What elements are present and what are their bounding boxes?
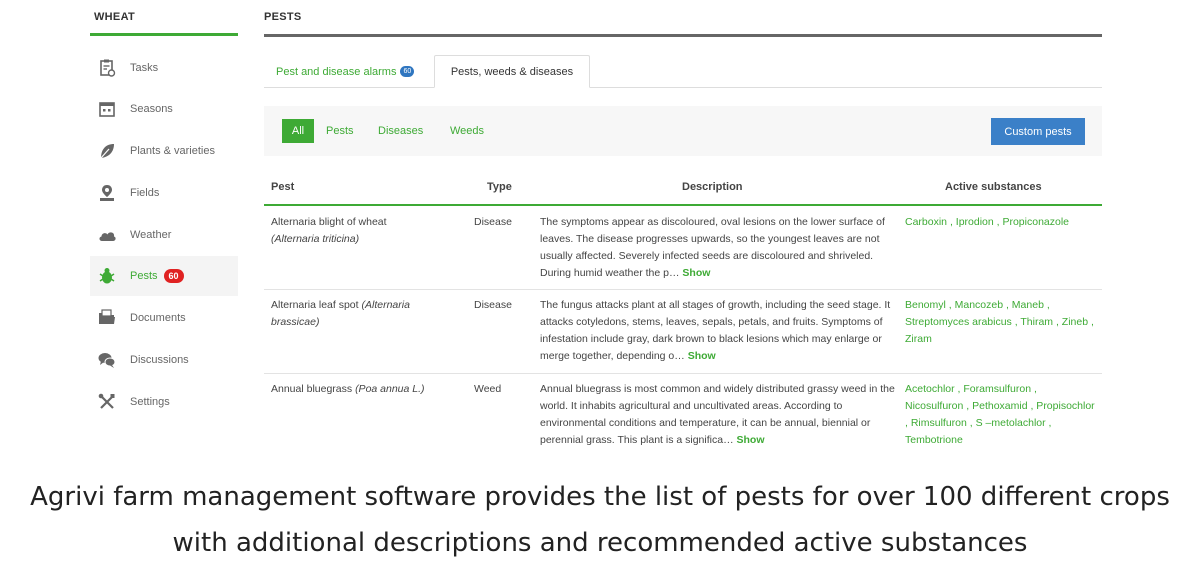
sidebar-item-seasons[interactable]: Seasons xyxy=(90,89,238,129)
active-substances[interactable]: Acetochlor , Foramsulfuron , Nicosulfuro… xyxy=(905,381,1095,449)
filter-weeds[interactable]: Weeds xyxy=(450,119,484,143)
sidebar-title: WHEAT xyxy=(90,0,238,36)
calendar-icon xyxy=(96,98,118,120)
description-text: The symptoms appear as discoloured, oval… xyxy=(540,216,885,279)
column-header-pest[interactable]: Pest xyxy=(271,181,294,193)
tab-pests-weeds-diseases[interactable]: Pests, weeds & diseases xyxy=(434,55,590,88)
sidebar-item-label: Documents xyxy=(130,312,186,324)
column-header-description[interactable]: Description xyxy=(682,181,743,193)
table-row[interactable]: Alternaria leaf spot (Alternaria brassic… xyxy=(264,290,1102,374)
tab-label: Pests, weeds & diseases xyxy=(450,65,574,78)
sidebar-item-label: Settings xyxy=(130,396,170,408)
pest-description: The symptoms appear as discoloured, oval… xyxy=(540,214,900,282)
sidebar-item-discussions[interactable]: Discussions xyxy=(90,340,238,380)
chat-icon xyxy=(96,349,118,371)
sidebar-item-label: Plants & varieties xyxy=(130,145,215,157)
filter-pests[interactable]: Pests xyxy=(326,119,354,143)
pest-name-cell: Alternaria blight of wheat (Alternaria t… xyxy=(271,214,461,248)
sidebar-item-label: Weather xyxy=(130,229,172,241)
sidebar-item-pests[interactable]: Pests 60 xyxy=(90,256,238,296)
custom-pests-button[interactable]: Custom pests xyxy=(991,118,1085,145)
cloud-icon xyxy=(96,224,118,246)
show-more-link[interactable]: Show xyxy=(737,434,765,446)
column-header-active-substances[interactable]: Active substances xyxy=(945,181,1042,193)
pest-type: Weed xyxy=(474,383,502,395)
clipboard-icon xyxy=(96,57,118,79)
pest-latin-name: (Alternaria triticina) xyxy=(271,233,360,245)
sidebar-item-tasks[interactable]: Tasks xyxy=(90,48,238,88)
pest-latin-name: (Poa annua L.) xyxy=(355,383,425,395)
column-header-type[interactable]: Type xyxy=(487,181,512,193)
sidebar-item-label: Tasks xyxy=(130,62,159,74)
table-row[interactable]: Annual bluegrass (Poa annua L.) Weed Ann… xyxy=(264,374,1102,454)
sidebar-item-label: Pests xyxy=(130,270,158,282)
sidebar-item-fields[interactable]: Fields xyxy=(90,173,238,213)
pest-name-cell: Annual bluegrass (Poa annua L.) xyxy=(271,381,461,398)
sidebar: WHEAT Tasks Seasons Plants & varieties F… xyxy=(90,0,238,440)
sidebar-item-label: Fields xyxy=(130,187,160,199)
tab-pest-disease-alarms[interactable]: Pest and disease alarms 60 xyxy=(266,55,424,88)
pest-description: Annual bluegrass is most common and wide… xyxy=(540,381,900,449)
pest-name[interactable]: Annual bluegrass xyxy=(271,383,352,395)
filter-all[interactable]: All xyxy=(282,119,314,143)
page-title: PESTS xyxy=(264,0,1102,37)
pest-name-cell: Alternaria leaf spot (Alternaria brassic… xyxy=(271,297,461,331)
active-substances[interactable]: Carboxin , Iprodion , Propiconazole xyxy=(905,214,1095,231)
tab-label: Pest and disease alarms xyxy=(276,65,397,78)
caption-line-1: Agrivi farm management software provides… xyxy=(30,482,1170,512)
tab-bar: Pest and disease alarms 60 Pests, weeds … xyxy=(264,55,1102,88)
sidebar-item-plants-varieties[interactable]: Plants & varieties xyxy=(90,131,238,171)
active-substances[interactable]: Benomyl , Mancozeb , Maneb , Streptomyce… xyxy=(905,297,1095,348)
pest-type: Disease xyxy=(474,216,512,228)
leaf-icon xyxy=(96,140,118,162)
filter-bar: All Pests Diseases Weeds Custom pests xyxy=(264,106,1102,156)
show-more-link[interactable]: Show xyxy=(682,267,710,279)
pest-description: The fungus attacks plant at all stages o… xyxy=(540,297,900,365)
table-row[interactable]: Alternaria blight of wheat (Alternaria t… xyxy=(264,207,1102,290)
caption-line-2: with additional descriptions and recomme… xyxy=(172,528,1028,558)
sidebar-item-label: Discussions xyxy=(130,354,189,366)
sidebar-item-documents[interactable]: Documents xyxy=(90,298,238,338)
pest-type: Disease xyxy=(474,299,512,311)
show-more-link[interactable]: Show xyxy=(688,350,716,362)
tools-icon xyxy=(96,391,118,413)
filter-diseases[interactable]: Diseases xyxy=(378,119,423,143)
description-text: Annual bluegrass is most common and wide… xyxy=(540,383,895,446)
sidebar-item-settings[interactable]: Settings xyxy=(90,382,238,422)
table-header: Pest Type Description Active substances xyxy=(264,172,1102,206)
map-pin-icon xyxy=(96,182,118,204)
main-panel: PESTS Pest and disease alarms 60 Pests, … xyxy=(264,0,1102,460)
sidebar-item-weather[interactable]: Weather xyxy=(90,215,238,255)
bug-icon xyxy=(96,265,118,287)
folder-icon xyxy=(96,307,118,329)
alarms-count-badge: 60 xyxy=(400,66,415,77)
pests-count-badge: 60 xyxy=(163,269,184,283)
pest-name[interactable]: Alternaria leaf spot xyxy=(271,299,359,311)
sidebar-item-label: Seasons xyxy=(130,103,173,115)
caption: Agrivi farm management software provides… xyxy=(0,474,1200,565)
pest-name[interactable]: Alternaria blight of wheat xyxy=(271,216,387,228)
